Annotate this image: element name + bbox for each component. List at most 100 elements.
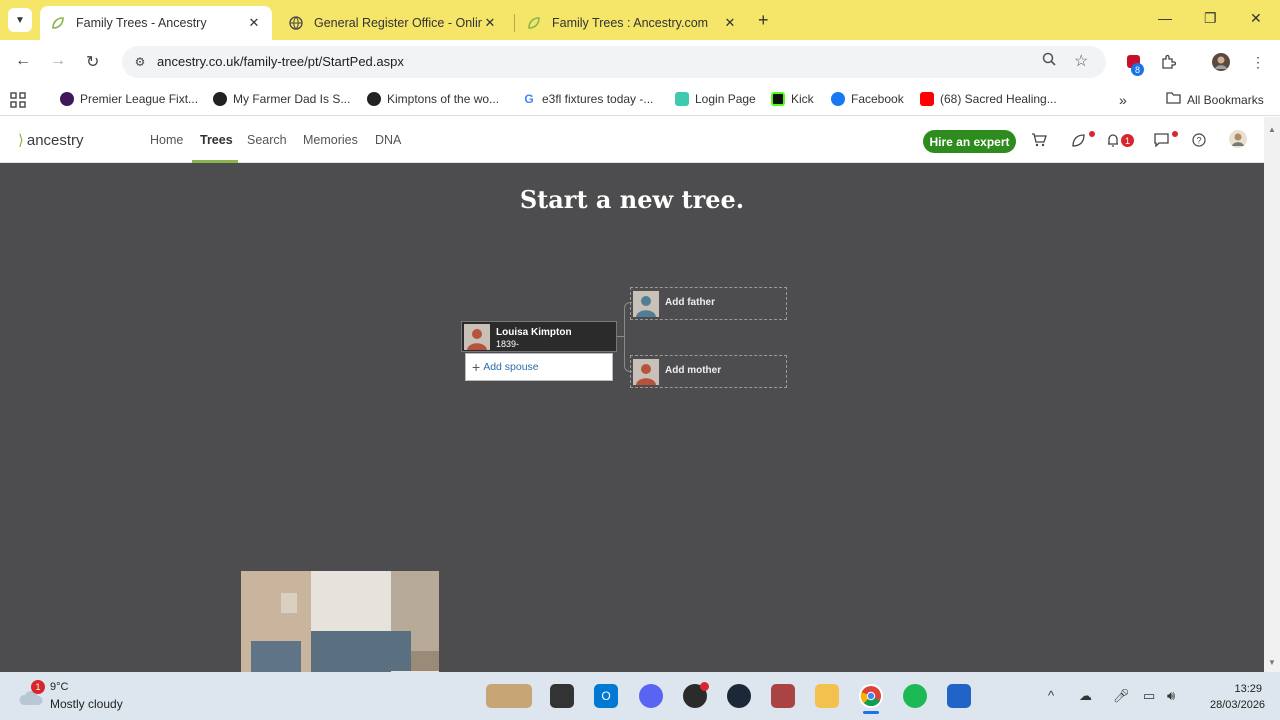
add-mother-button[interactable]: Add mother — [630, 355, 787, 388]
tab-general-register-office[interactable]: General Register Office - Online ✕ — [278, 6, 508, 40]
page-scrollbar[interactable]: ▲ ▼ — [1264, 117, 1280, 672]
spotify-icon[interactable] — [903, 684, 927, 708]
address-bar[interactable]: ⚙ ancestry.co.uk/family-tree/pt/StartPed… — [122, 46, 1106, 78]
add-father-button[interactable]: Add father — [630, 287, 787, 320]
bookmark-item[interactable]: Facebook — [831, 92, 904, 106]
extensions-puzzle-icon[interactable] — [1158, 52, 1178, 72]
person-card[interactable]: Louisa Kimpton 1839- — [461, 321, 617, 352]
plus-icon: + — [472, 359, 481, 375]
tab-family-trees-ancestry-com[interactable]: Family Trees : Ancestry.com ✕ — [516, 6, 748, 40]
outlook-icon[interactable]: O — [594, 684, 618, 708]
scroll-up-icon[interactable]: ▲ — [1268, 125, 1276, 134]
nav-memories[interactable]: Memories — [303, 133, 358, 147]
messages-icon[interactable] — [1154, 133, 1169, 150]
discord-icon[interactable] — [639, 684, 663, 708]
bell-icon[interactable] — [1106, 133, 1120, 151]
nav-dna[interactable]: DNA — [375, 133, 401, 147]
google-icon: G — [522, 92, 536, 106]
nav-search[interactable]: Search — [247, 133, 287, 147]
apps-grid-icon[interactable] — [10, 92, 26, 108]
file-explorer-icon[interactable] — [815, 684, 839, 708]
login-page-icon — [675, 92, 689, 106]
page-title: Start a new tree. — [519, 185, 745, 214]
forward-arrow-icon[interactable]: → — [50, 52, 66, 70]
cart-icon[interactable] — [1031, 133, 1047, 150]
bookmark-item[interactable]: Kimptons of the wo... — [367, 92, 499, 106]
site-icon — [213, 92, 227, 106]
tab-title: Family Trees - Ancestry — [76, 16, 207, 30]
minimize-icon[interactable]: — — [1158, 10, 1172, 26]
extension-badge: 8 — [1131, 63, 1144, 76]
bookmark-star-icon[interactable]: ☆ — [1074, 51, 1088, 71]
female-silhouette-icon — [633, 359, 659, 385]
tab-family-trees-ancestry[interactable]: Family Trees - Ancestry ✕ — [40, 6, 272, 40]
close-window-icon[interactable]: ✕ — [1250, 10, 1262, 27]
ancestry-logo[interactable]: ⟩ ancestry — [18, 131, 84, 150]
messages-dot — [1172, 131, 1178, 137]
bookmark-item[interactable]: Login Page — [675, 92, 756, 106]
hints-leaf-icon[interactable] — [1071, 133, 1086, 151]
network-icon[interactable]: ▭ — [1143, 688, 1155, 704]
user-avatar[interactable] — [1228, 129, 1248, 152]
scroll-down-icon[interactable]: ▼ — [1268, 658, 1276, 667]
person-dates: 1839- — [496, 339, 520, 349]
globe-icon — [367, 92, 381, 106]
person-silhouette-icon — [464, 324, 490, 350]
zoom-icon[interactable] — [1042, 52, 1056, 69]
add-spouse-button[interactable]: + Add spouse — [465, 353, 613, 381]
onedrive-cloud-icon[interactable]: ☁ — [1079, 688, 1092, 704]
volume-icon[interactable]: 🔊︎ — [1167, 688, 1175, 704]
hire-expert-button[interactable]: Hire an expert — [923, 130, 1016, 153]
help-icon[interactable]: ? — [1192, 133, 1206, 150]
back-arrow-icon[interactable]: ← — [15, 52, 31, 70]
all-bookmarks-label: All Bookmarks — [1187, 92, 1264, 107]
restore-icon[interactable]: ❐ — [1204, 10, 1217, 27]
new-tab-plus-icon[interactable]: + — [758, 10, 769, 31]
bookmark-label: Premier League Fixt... — [80, 92, 199, 106]
terminal-icon[interactable] — [550, 684, 574, 708]
bookmark-label: Kick — [791, 92, 814, 106]
all-bookmarks-button[interactable]: All Bookmarks — [1166, 92, 1264, 107]
bookmark-item[interactable]: Kick — [771, 92, 814, 106]
url-text[interactable]: ancestry.co.uk/family-tree/pt/StartPed.a… — [157, 54, 404, 69]
site-info-icon[interactable]: ⚙ — [130, 52, 150, 72]
add-spouse-label: Add spouse — [483, 361, 539, 373]
close-tab-icon[interactable]: ✕ — [482, 15, 498, 31]
steam-icon[interactable] — [727, 684, 751, 708]
close-tab-icon[interactable]: ✕ — [246, 15, 262, 31]
bookmark-item[interactable]: (68) Sacred Healing... — [920, 92, 1057, 106]
game-app-icon[interactable] — [771, 684, 795, 708]
taskbar-clock[interactable]: 13:29 28/03/2026 — [1210, 681, 1265, 713]
browser-tab-strip: ▼ Family Trees - Ancestry ✕ General Regi… — [0, 0, 1280, 40]
folder-icon — [1166, 92, 1181, 107]
bookmark-item[interactable]: My Farmer Dad Is S... — [213, 92, 350, 106]
person-name: Louisa Kimpton — [496, 327, 572, 338]
more-bookmarks-chevron-icon[interactable]: » — [1119, 92, 1127, 108]
bookmark-item[interactable]: Premier League Fixt... — [60, 92, 198, 106]
browser-toolbar: ← → ↻ ⚙ ancestry.co.uk/family-tree/pt/St… — [0, 40, 1280, 84]
close-tab-icon[interactable]: ✕ — [722, 15, 738, 31]
chrome-active-indicator — [863, 711, 879, 714]
tray-overflow-chevron-icon[interactable]: ^ — [1048, 688, 1054, 703]
ancestry-leaf-icon — [50, 15, 66, 31]
microphone-icon[interactable]: 🎤︎ — [1113, 688, 1130, 704]
nav-trees[interactable]: Trees — [200, 133, 233, 147]
add-mother-label: Add mother — [665, 365, 722, 376]
tab-title: General Register Office - Online — [314, 16, 482, 30]
weather-temp: 9°C — [50, 681, 69, 693]
nav-home[interactable]: Home — [150, 133, 183, 147]
svg-text:?: ? — [1196, 136, 1201, 146]
tab-search-button[interactable]: ▼ — [8, 8, 32, 32]
news-widget-icon[interactable] — [486, 684, 532, 708]
weather-alert-badge: 1 — [31, 680, 45, 694]
tab-title: Family Trees : Ancestry.com — [552, 16, 709, 30]
tree-canvas: Start a new tree. Louisa Kimpton 1839- +… — [0, 163, 1264, 672]
browser-menu-icon[interactable]: ⋮ — [1248, 52, 1268, 72]
bookmark-item[interactable]: G e3fl fixtures today -... — [522, 92, 653, 106]
profile-avatar[interactable] — [1211, 52, 1231, 72]
premier-league-icon — [60, 92, 74, 106]
chrome-icon[interactable] — [859, 684, 883, 708]
snipping-tool-icon[interactable] — [947, 684, 971, 708]
bookmark-label: Kimptons of the wo... — [387, 92, 500, 106]
reload-icon[interactable]: ↻ — [86, 52, 99, 72]
